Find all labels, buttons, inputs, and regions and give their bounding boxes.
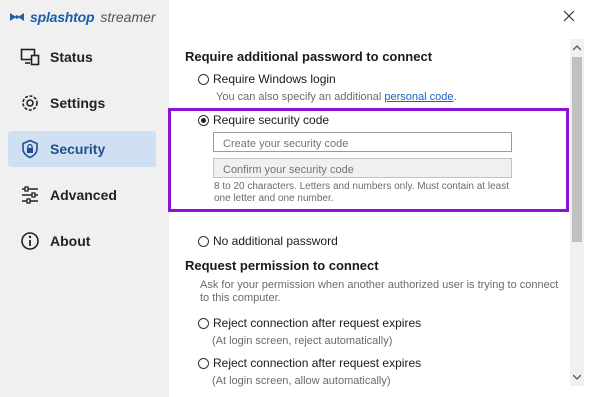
splashtop-logo-icon <box>10 13 24 21</box>
password-section-title: Require additional password to connect <box>185 49 433 64</box>
radio-no-password[interactable]: No additional password <box>198 234 338 248</box>
sidebar-item-label: Security <box>50 141 106 157</box>
radio-label: Require Windows login <box>213 72 336 86</box>
radio-button[interactable] <box>198 73 209 85</box>
option-note: (At login screen, reject automatically) <box>212 335 393 347</box>
permission-section-title: Request permission to connect <box>185 258 379 273</box>
create-security-code-input[interactable] <box>213 132 512 152</box>
sidebar-item-label: Settings <box>50 95 106 111</box>
personal-code-link[interactable]: personal code <box>384 91 453 103</box>
radio-label: Reject connection after request expires <box>213 316 422 330</box>
sidebar: splashtop streamer Status Settings Secur… <box>0 0 169 397</box>
shield-lock-icon <box>19 138 41 160</box>
sidebar-item-about[interactable]: About <box>8 223 156 259</box>
product-name: streamer <box>100 9 156 25</box>
monitor-icon <box>19 46 41 68</box>
radio-button[interactable] <box>198 317 209 329</box>
security-code-hint: 8 to 20 characters. Letters and numbers … <box>214 181 509 204</box>
radio-label: Reject connection after request expires <box>213 356 422 370</box>
note-period: . <box>453 91 457 103</box>
radio-reject-expire-allow[interactable]: Reject connection after request expires <box>198 356 421 370</box>
scroll-up-icon[interactable] <box>570 41 584 55</box>
gear-icon <box>19 92 41 114</box>
vertical-scrollbar[interactable] <box>570 39 584 386</box>
radio-label: Require security code <box>213 113 330 127</box>
app-logo: splashtop streamer <box>8 7 156 27</box>
radio-security-code[interactable]: Require security code <box>198 113 329 127</box>
confirm-security-code-input[interactable] <box>213 158 512 178</box>
sliders-icon <box>19 184 41 206</box>
sidebar-item-status[interactable]: Status <box>8 39 156 75</box>
info-icon <box>19 230 41 252</box>
sidebar-item-settings[interactable]: Settings <box>8 85 156 121</box>
radio-button-checked[interactable] <box>198 114 209 126</box>
scrollbar-thumb[interactable] <box>572 57 582 242</box>
note-text: You can also specify an additional <box>216 91 382 103</box>
radio-button[interactable] <box>198 235 209 247</box>
radio-label: No additional password <box>213 234 338 248</box>
radio-reject-expire-reject[interactable]: Reject connection after request expires <box>198 316 421 330</box>
windows-login-note: You can also specify an additional perso… <box>216 91 457 103</box>
sidebar-item-advanced[interactable]: Advanced <box>8 177 156 213</box>
radio-button[interactable] <box>198 357 209 369</box>
security-settings-panel: Require additional password to connect R… <box>169 0 567 397</box>
scroll-down-icon[interactable] <box>570 370 584 384</box>
sidebar-item-label: Advanced <box>50 187 117 203</box>
permission-description: Ask for your permission when another aut… <box>200 279 559 304</box>
brand-name: splashtop <box>30 9 95 25</box>
option-note: (At login screen, allow automatically) <box>212 375 391 387</box>
sidebar-item-label: Status <box>50 49 93 65</box>
sidebar-item-security[interactable]: Security <box>8 131 156 167</box>
radio-windows-login[interactable]: Require Windows login <box>198 72 336 86</box>
sidebar-item-label: About <box>50 233 91 249</box>
